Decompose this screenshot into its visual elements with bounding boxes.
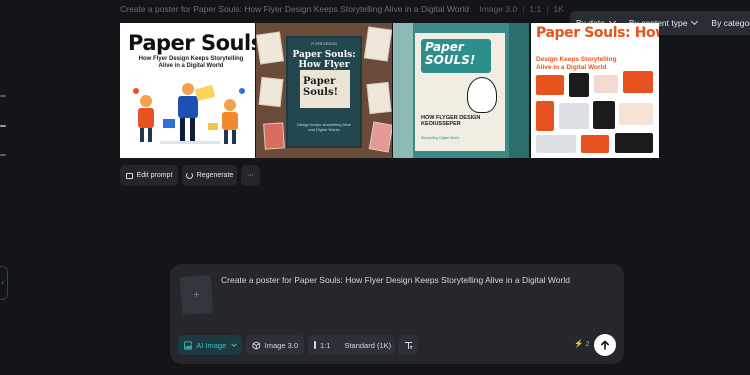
ratio-label: 1:1 [320, 340, 331, 350]
poster-subtitle: Design Keeps Storytelling Alive in a Digi… [536, 56, 617, 71]
more-options-button[interactable]: ··· [241, 165, 260, 186]
generation-prompt-text: Create a poster for Paper Souls: How Fly… [120, 4, 469, 14]
prompt-input[interactable]: Create a poster for Paper Souls: How Fly… [221, 275, 611, 285]
photo-card [263, 122, 285, 150]
photo-card [258, 76, 284, 108]
poster-block [581, 135, 609, 153]
poster-inner-title: Paper Souls! [303, 76, 338, 98]
aspect-ratio-icon [314, 341, 316, 349]
send-button[interactable] [594, 334, 616, 356]
sidebar-collapse-button[interactable]: ‹ [0, 266, 8, 300]
generation-model: Image 3.0 [479, 4, 518, 14]
chevron-down-icon [231, 340, 237, 347]
add-reference-image-button[interactable]: + [179, 274, 214, 316]
poster-block [593, 101, 615, 129]
generated-image-4[interactable]: Paper Souls: How Flyer Design Keeps Stor… [531, 23, 659, 158]
poster-block [536, 135, 576, 153]
poster-card: Paper SOULS! HOW FLYGER DESIGN KEOIUSSEP… [415, 33, 505, 151]
portrait-illustration [467, 77, 497, 113]
photo-card [363, 26, 392, 62]
poster-heading: HOW FLYGER DESIGN KEOIUSSEPER [421, 115, 481, 127]
photo-card [366, 81, 392, 115]
photo-card [368, 121, 392, 153]
poster-block [594, 75, 618, 93]
edit-prompt-label: Edit prompt [136, 172, 173, 179]
poster-kicker: FLYER DESIGN [311, 42, 337, 46]
generated-image-1[interactable]: Paper Souls: How Flyer Design Keeps Stor… [120, 23, 255, 158]
text-format-icon [404, 341, 412, 349]
prompt-composer: + Create a poster for Paper Souls: How F… [170, 264, 624, 364]
chevron-down-icon [691, 17, 699, 26]
edit-icon [125, 172, 133, 179]
generation-prompt-header: Create a poster for Paper Souls: How Fly… [120, 4, 564, 14]
lightning-icon: ⚡ [574, 339, 584, 348]
photo-card [256, 31, 284, 65]
poster-bg-strip [393, 23, 413, 158]
filter-by-category[interactable]: By category [711, 18, 750, 28]
generation-ratio: 1:1 [529, 4, 542, 14]
poster-block [569, 73, 589, 97]
poster-card: FLYER DESIGN Paper Souls: How Flyer Desi… [286, 36, 362, 148]
poster-title-line-1: Paper Souls: How Flyer [536, 25, 659, 41]
plus-icon: + [192, 288, 201, 302]
poster-block [619, 103, 653, 125]
generated-image-3[interactable]: Paper SOULS! HOW FLYGER DESIGN KEOIUSSEP… [393, 23, 529, 158]
sidebar-item-marker[interactable] [0, 95, 6, 97]
regenerate-label: Regenerate [196, 172, 234, 179]
edit-prompt-button[interactable]: Edit prompt [120, 165, 178, 186]
ai-image-label: AI Image [196, 340, 227, 350]
poster-block [536, 101, 554, 131]
poster-inner-panel: Paper Souls! [300, 70, 350, 108]
image-icon [184, 340, 193, 350]
poster-caption: Storytelling Digital World [421, 136, 460, 140]
filter-by-category-label: By category [711, 18, 750, 28]
sidebar-item-marker-active[interactable] [0, 125, 6, 127]
sidebar-item-marker[interactable] [0, 154, 6, 156]
poster-subtitle-line-2: Alive in a Digital World [536, 63, 607, 71]
arrow-up-icon [601, 340, 609, 350]
poster-bg-strip [509, 23, 529, 158]
credit-count: 2 [585, 339, 590, 348]
more-icon: ··· [247, 172, 254, 179]
app-root: ‹ Create a poster for Paper Souls: How F… [0, 0, 750, 375]
text-tool-button[interactable] [398, 335, 418, 355]
poster-block [559, 103, 589, 129]
poster-title-block: Paper SOULS! [421, 39, 491, 73]
credit-cost: ⚡ 2 [574, 339, 590, 348]
refresh-icon [185, 172, 193, 179]
poster-block [536, 75, 564, 95]
poster-body-text: Design keeps storytelling Alive and Digi… [296, 122, 352, 132]
poster-illustration [133, 83, 245, 144]
cube-icon [252, 340, 261, 350]
regenerate-button[interactable]: Regenerate [182, 165, 237, 186]
poster-block [623, 71, 653, 93]
poster-title: Paper SOULS! [425, 40, 476, 67]
model-selector[interactable]: Image 3.0 [246, 335, 304, 355]
ai-image-mode-selector[interactable]: AI Image [178, 335, 242, 355]
chevron-left-icon: ‹ [1, 277, 4, 287]
poster-title: Paper Souls: How Flyer [536, 26, 659, 40]
quality-label: Standard (1K) [344, 340, 392, 350]
poster-block [615, 133, 653, 153]
ratio-quality-selector[interactable]: 1:1 Standard (1K) [308, 335, 395, 355]
poster-subtitle-line-1: Design Keeps Storytelling [536, 56, 617, 63]
generation-resolution: 1K [553, 4, 564, 14]
model-label: Image 3.0 [264, 340, 298, 350]
generated-image-2[interactable]: FLYER DESIGN Paper Souls: How Flyer Desi… [256, 23, 392, 158]
